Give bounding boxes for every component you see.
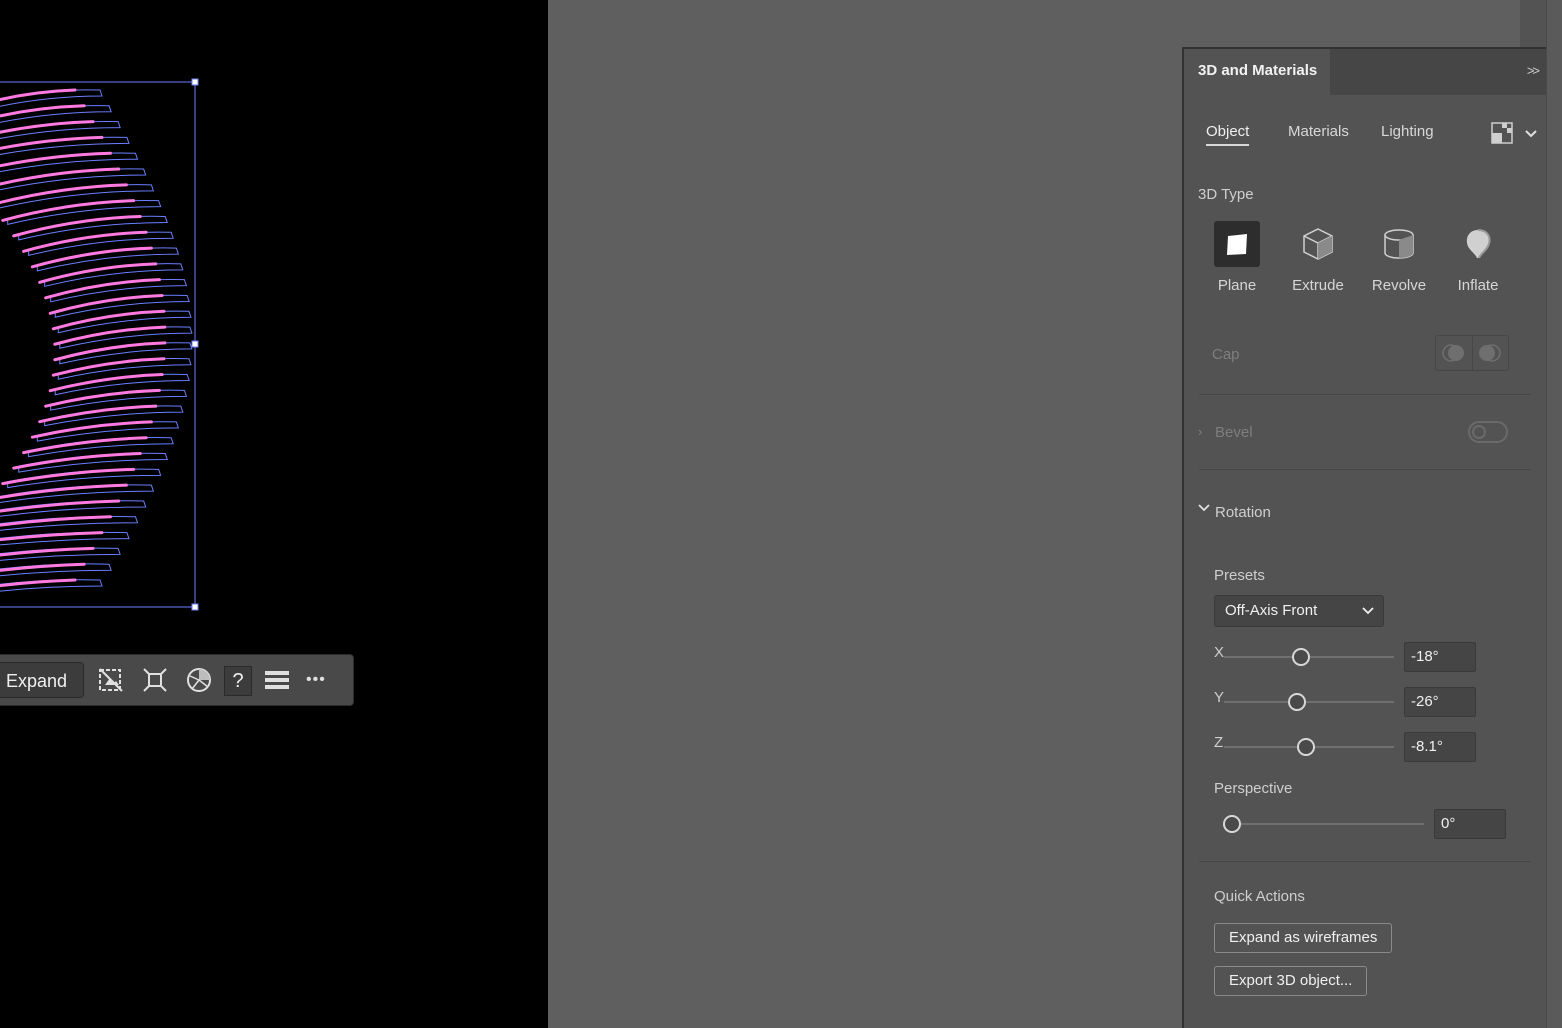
type-revolve-label: Revolve — [1371, 277, 1427, 294]
type-plane[interactable]: Plane — [1202, 221, 1272, 301]
wire-stroke — [0, 515, 139, 531]
selection-handle — [191, 603, 199, 611]
wire-stroke — [48, 373, 190, 396]
perspective-slider-thumb[interactable] — [1223, 815, 1241, 833]
help-icon[interactable]: ? — [224, 666, 252, 696]
section-divider — [1199, 394, 1531, 395]
fit-icon[interactable] — [140, 665, 170, 695]
wire-stroke — [0, 120, 121, 139]
type-inflate[interactable]: Inflate — [1443, 221, 1513, 301]
wire-stroke — [0, 135, 130, 155]
wire-stroke — [0, 499, 147, 517]
z-rotation-field[interactable]: -8.1° — [1404, 732, 1476, 762]
render-grid-icon — [1491, 122, 1513, 144]
rotation-y-row: Y -26° — [1214, 687, 1514, 717]
expand-button[interactable]: Expand — [0, 662, 84, 698]
x-axis-label: X — [1214, 644, 1225, 661]
perspective-field[interactable]: 0° — [1434, 809, 1506, 839]
expand-as-wireframes-button[interactable]: Expand as wireframes — [1214, 923, 1393, 953]
cap-label: Cap — [1212, 346, 1240, 363]
perspective-row: 0° — [1214, 809, 1544, 839]
presets-label: Presets — [1214, 567, 1265, 584]
bevel-chevron-right-icon: › — [1198, 424, 1203, 439]
3d-type-label: 3D Type — [1198, 186, 1254, 203]
contextual-task-bar: Expand ? ••• — [0, 654, 354, 706]
type-revolve[interactable]: Revolve — [1364, 221, 1434, 301]
wire-stroke — [0, 546, 121, 561]
wire-stroke — [0, 151, 139, 173]
type-plane-label: Plane — [1217, 277, 1257, 294]
type-inflate-label: Inflate — [1457, 277, 1499, 294]
selection-handle — [191, 340, 199, 348]
menu-icon[interactable] — [262, 665, 292, 695]
3d-materials-panel: 3D and Materials >> Object Materials Lig… — [1182, 47, 1546, 1028]
z-axis-label: Z — [1214, 734, 1224, 751]
plane-icon — [1214, 221, 1260, 267]
chevron-down-icon — [1361, 596, 1375, 636]
x-rotation-field[interactable]: -18° — [1404, 642, 1476, 672]
render-settings-button[interactable] — [1490, 119, 1542, 147]
z-slider-thumb[interactable] — [1296, 738, 1315, 756]
selection-handle — [191, 78, 199, 86]
perspective-slider-track[interactable] — [1224, 823, 1424, 825]
panel-subtabs: Object Materials Lighting — [1184, 122, 1546, 153]
hide-artboard-icon[interactable] — [96, 665, 126, 695]
bevel-toggle — [1468, 421, 1508, 443]
wire-stroke — [0, 578, 103, 592]
x-slider-thumb[interactable] — [1291, 648, 1310, 666]
wire-stroke — [38, 404, 184, 427]
y-axis-label: Y — [1214, 689, 1225, 706]
export-3d-object-button[interactable]: Export 3D object... — [1214, 966, 1368, 996]
collapse-panel-icon[interactable]: >> — [1527, 63, 1540, 78]
y-slider-thumb[interactable] — [1288, 693, 1307, 711]
bevel-label: Bevel — [1215, 424, 1253, 441]
perspective-label: Perspective — [1214, 780, 1293, 797]
dock-edge — [1546, 0, 1562, 1028]
cap-on-icon — [1436, 336, 1472, 370]
y-slider-track[interactable] — [1224, 701, 1394, 703]
presets-dropdown[interactable]: Off-Axis Front — [1214, 595, 1384, 627]
cap-toggle-group — [1435, 335, 1509, 371]
rotation-z-row: Z -8.1° — [1214, 732, 1514, 762]
panel-header: 3D and Materials >> — [1184, 49, 1546, 95]
wire-stroke — [44, 388, 188, 411]
type-extrude-label: Extrude — [1292, 277, 1344, 294]
rotation-chevron-down-icon[interactable] — [1198, 502, 1210, 517]
chevron-down-icon — [1525, 130, 1537, 138]
artboard-canvas[interactable] — [0, 0, 548, 1028]
inflate-icon — [1455, 221, 1501, 267]
wire-stroke — [0, 531, 130, 546]
revolve-icon — [1376, 221, 1422, 267]
tab-lighting[interactable]: Lighting — [1381, 123, 1434, 140]
rotation-section-label[interactable]: Rotation — [1215, 504, 1271, 521]
wire-stroke — [30, 420, 180, 442]
3d-object-preview[interactable] — [0, 0, 548, 1028]
more-icon[interactable]: ••• — [306, 665, 336, 695]
render-sphere-icon[interactable] — [184, 665, 214, 695]
type-extrude[interactable]: Extrude — [1283, 221, 1353, 301]
cap-off-icon — [1471, 336, 1509, 370]
panel-title-tab[interactable]: 3D and Materials — [1184, 49, 1330, 95]
section-divider — [1199, 469, 1531, 470]
rotation-x-row: X -18° — [1214, 642, 1514, 672]
extrude-icon — [1295, 221, 1341, 267]
wire-stroke — [0, 562, 112, 577]
top-right-strip — [1520, 0, 1546, 48]
quick-actions-label: Quick Actions — [1214, 888, 1305, 905]
section-divider — [1199, 861, 1531, 862]
tab-materials[interactable]: Materials — [1288, 123, 1349, 140]
y-rotation-field[interactable]: -26° — [1404, 687, 1476, 717]
tab-object[interactable]: Object — [1206, 123, 1250, 146]
presets-value: Off-Axis Front — [1225, 602, 1318, 619]
